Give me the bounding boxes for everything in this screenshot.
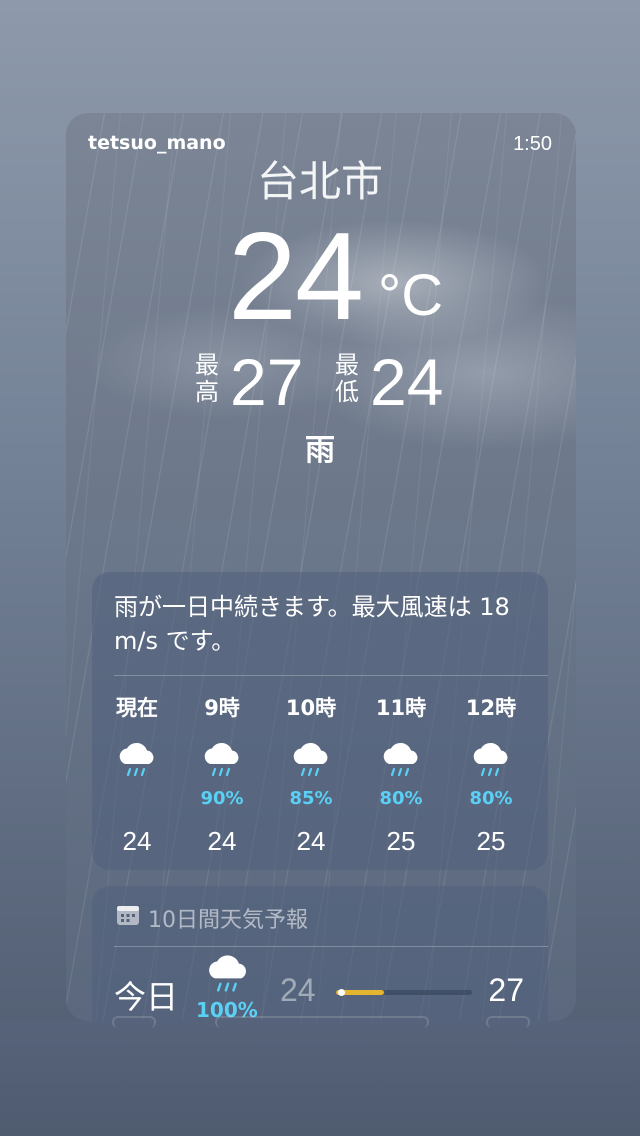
background-bottom xyxy=(0,1021,640,1136)
cloud-rain-icon xyxy=(266,740,356,788)
divider xyxy=(114,675,548,676)
cloud-rain-icon xyxy=(204,952,252,1000)
daily-forecast-header: 10日間天気予報 xyxy=(116,902,308,934)
precip-chance: 80% xyxy=(469,788,513,809)
hour-time: 10時 xyxy=(285,696,337,720)
calendar-icon xyxy=(116,904,140,932)
precip-chance: 85% xyxy=(289,788,333,809)
hour-item: 12時 80% 25 xyxy=(446,692,536,857)
hour-time: 現在 xyxy=(116,696,158,720)
day-label: 今日 xyxy=(114,978,179,1016)
daily-forecast-title: 10日間天気予報 xyxy=(148,908,308,933)
hourly-forecast-panel[interactable]: 雨が一日中続きます。最大風速は 18 m/s です。 現在 24 9時 90% … xyxy=(92,572,548,870)
precip-chance: 90% xyxy=(200,788,244,809)
hour-item: 10時 85% 24 xyxy=(266,692,356,857)
precip-chance: 80% xyxy=(379,788,423,809)
hour-temperature: 25 xyxy=(386,826,416,856)
hour-temperature: 25 xyxy=(476,826,506,856)
day-low-temperature: 24 xyxy=(280,972,316,1008)
cloud-rain-icon xyxy=(92,740,182,788)
precip-chance xyxy=(92,788,182,812)
cloud-rain-icon xyxy=(177,740,267,788)
high-label: 最高 xyxy=(195,351,219,406)
current-temperature: 24 xyxy=(228,208,364,346)
cloud-rain-icon xyxy=(446,740,536,788)
low-label: 最低 xyxy=(335,351,359,406)
temperature-range-bar xyxy=(336,989,472,996)
temperature-unit: °C xyxy=(378,263,444,328)
day-high-temperature: 27 xyxy=(488,972,524,1008)
next-row-hint xyxy=(486,1016,530,1028)
hour-item: 9時 90% 24 xyxy=(177,692,267,857)
hour-time: 9時 xyxy=(204,696,240,720)
hour-temperature: 24 xyxy=(122,826,152,856)
divider xyxy=(114,946,548,947)
hour-time: 11時 xyxy=(375,696,427,720)
low-temperature: 24 xyxy=(370,345,444,419)
cloud-rain-icon xyxy=(356,740,446,788)
hour-item: 11時 80% 25 xyxy=(356,692,446,857)
current-temperature-dot xyxy=(338,989,345,996)
hour-time: 12時 xyxy=(465,696,517,720)
next-row-hint xyxy=(112,1016,156,1028)
forecast-summary: 雨が一日中続きます。最大風速は 18 m/s です。 xyxy=(114,593,510,655)
hour-temperature: 24 xyxy=(207,826,237,856)
next-row-hint xyxy=(215,1016,429,1028)
weather-condition: 雨 xyxy=(305,433,335,468)
high-temperature: 27 xyxy=(230,345,304,419)
city-name: 台北市 xyxy=(256,157,383,206)
hour-item: 現在 24 xyxy=(92,692,182,857)
hour-temperature: 24 xyxy=(296,826,326,856)
